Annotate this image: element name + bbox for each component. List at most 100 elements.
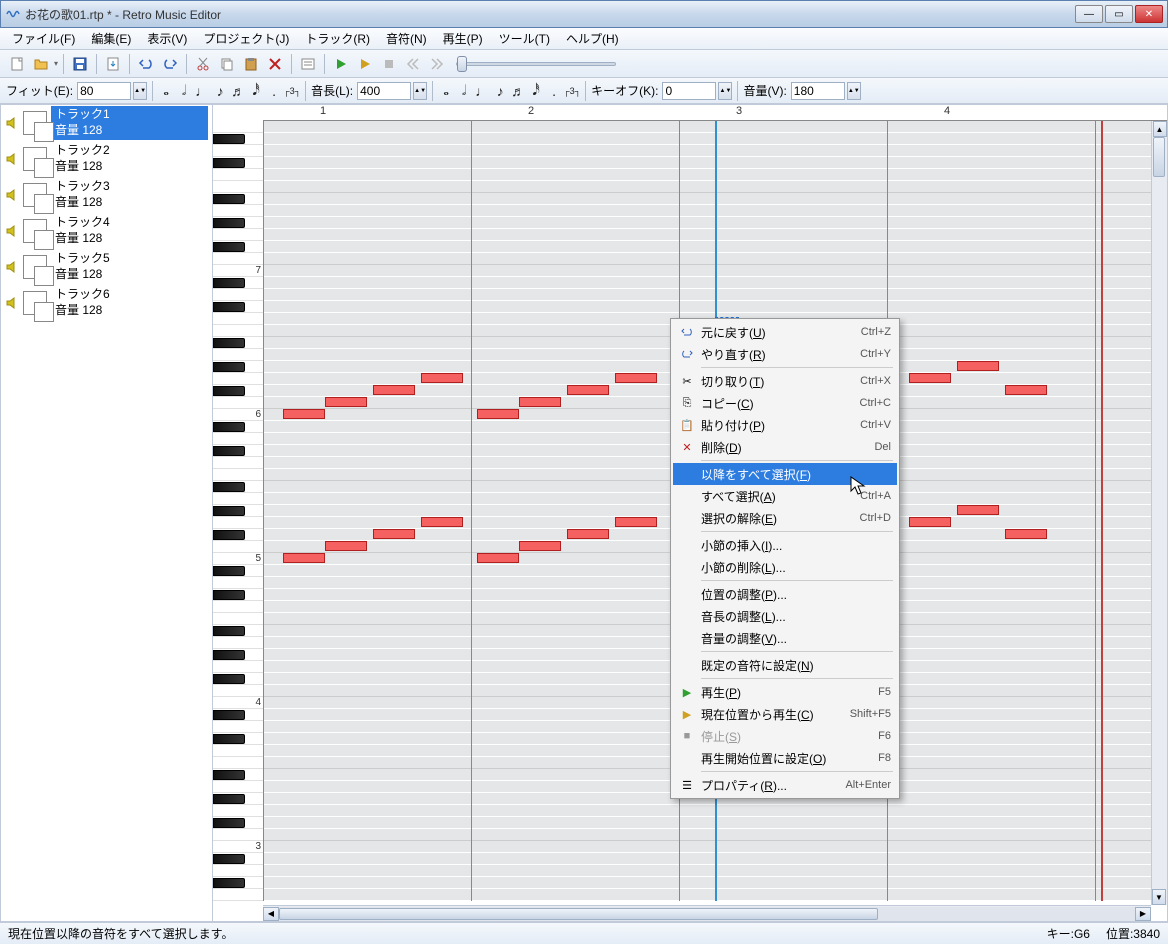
position-slider[interactable] [456,62,616,66]
ctx-paste[interactable]: 📋貼り付け(P)Ctrl+V [673,414,897,436]
keyoff-spinner[interactable]: ▲▼ [718,82,732,100]
menu-tool[interactable]: ツール(T) [491,28,558,49]
piano-key[interactable] [213,241,263,253]
play-here-button[interactable] [354,53,376,75]
track-row-4[interactable]: トラック4音量 128 [1,213,212,249]
quarter-note2-icon[interactable]: ♩ [474,82,490,100]
note[interactable] [373,385,415,395]
piano-keys[interactable]: 76543 [213,121,263,901]
scroll-up-button[interactable]: ▲ [1153,121,1167,137]
copy-button[interactable] [216,53,238,75]
eighth-note-icon[interactable]: ♪ [212,82,228,100]
whole-note-icon[interactable]: 𝅝 [158,82,174,100]
length-spinner[interactable]: ▲▼ [413,82,427,100]
ctx-delete[interactable]: ✕削除(D)Del [673,436,897,458]
whole-note2-icon[interactable]: 𝅝 [438,82,454,100]
menu-project[interactable]: プロジェクト(J) [195,28,297,49]
redo-button[interactable] [159,53,181,75]
piano-key[interactable] [213,181,263,193]
undo-button[interactable] [135,53,157,75]
menu-play[interactable]: 再生(P) [435,28,491,49]
note[interactable] [615,373,657,383]
measure-ruler[interactable]: 1234 [263,105,1167,121]
fit-input[interactable] [77,82,131,100]
scroll-right-button[interactable]: ▶ [1135,907,1151,921]
note[interactable] [909,373,951,383]
cut-button[interactable] [192,53,214,75]
triplet2-icon[interactable]: ┌3┐ [564,82,580,100]
save-button[interactable] [69,53,91,75]
ctx-delete-measure[interactable]: 小節の削除(L)... [673,556,897,578]
sixteenth-note2-icon[interactable]: ♬ [510,82,526,100]
fit-spinner[interactable]: ▲▼ [133,82,147,100]
rewind-button[interactable] [402,53,424,75]
ctx-undo[interactable]: 元に戻す(U)Ctrl+Z [673,321,897,343]
maximize-button[interactable]: ▭ [1105,5,1133,23]
ctx-play-here[interactable]: ▶現在位置から再生(C)Shift+F5 [673,703,897,725]
track-row-6[interactable]: トラック6音量 128 [1,285,212,321]
piano-key[interactable] [213,217,263,229]
note[interactable] [567,529,609,539]
note[interactable] [615,517,657,527]
open-button[interactable] [30,53,52,75]
ctx-adjust-vol[interactable]: 音量の調整(V)... [673,627,897,649]
note[interactable] [283,409,325,419]
paste-button[interactable] [240,53,262,75]
dot2-icon[interactable]: . [546,82,562,100]
properties-button[interactable] [297,53,319,75]
quarter-note-icon[interactable]: ♩ [194,82,210,100]
note[interactable] [477,553,519,563]
ctx-cut[interactable]: ✂切り取り(T)Ctrl+X [673,370,897,392]
piano-key[interactable] [213,205,263,217]
note[interactable] [1005,385,1047,395]
note[interactable] [373,529,415,539]
close-button[interactable]: ✕ [1135,5,1163,23]
note[interactable] [957,361,999,371]
thirtysecond-note2-icon[interactable]: 𝅘𝅥𝅰 [528,82,544,100]
piano-key[interactable] [213,157,263,169]
note[interactable] [325,541,367,551]
ctx-properties[interactable]: ☰プロパティ(R)...Alt+Enter [673,774,897,796]
ctx-play[interactable]: ▶再生(P)F5 [673,681,897,703]
hscroll-thumb[interactable] [279,908,878,920]
piano-key[interactable] [213,133,263,145]
piano-key[interactable] [213,121,263,133]
piano-key[interactable] [213,169,263,181]
track-row-5[interactable]: トラック5音量 128 [1,249,212,285]
vscroll-thumb[interactable] [1153,137,1165,177]
play-button[interactable] [330,53,352,75]
end-marker-line[interactable] [1101,121,1103,901]
volume-spinner[interactable]: ▲▼ [847,82,861,100]
export-button[interactable] [102,53,124,75]
track-row-2[interactable]: トラック2音量 128 [1,141,212,177]
note[interactable] [1005,529,1047,539]
ctx-select-after[interactable]: 以降をすべて選択(F) [673,463,897,485]
thirtysecond-note-icon[interactable]: 𝅘𝅥𝅰 [248,82,264,100]
menu-note[interactable]: 音符(N) [378,28,435,49]
sixteenth-note-icon[interactable]: ♬ [230,82,246,100]
note[interactable] [477,409,519,419]
volume-input[interactable] [791,82,845,100]
scroll-down-button[interactable]: ▼ [1152,889,1166,905]
delete-button[interactable] [264,53,286,75]
half-note-icon[interactable]: 𝅗𝅥 [176,82,192,100]
horizontal-scrollbar[interactable]: ◀ ▶ [263,905,1151,921]
piano-key[interactable] [213,145,263,157]
note[interactable] [325,397,367,407]
ctx-adjust-len[interactable]: 音長の調整(L)... [673,605,897,627]
minimize-button[interactable]: — [1075,5,1103,23]
piano-key[interactable] [213,193,263,205]
menu-help[interactable]: ヘルプ(H) [558,28,627,49]
menu-file[interactable]: ファイル(F) [4,28,83,49]
track-row-1[interactable]: トラック1音量 128 [1,105,212,141]
ctx-redo[interactable]: やり直す(R)Ctrl+Y [673,343,897,365]
piano-key[interactable] [213,253,263,265]
menu-track[interactable]: トラック(R) [297,28,378,49]
ctx-copy[interactable]: ⎘コピー(C)Ctrl+C [673,392,897,414]
forward-button[interactable] [426,53,448,75]
ctx-set-start[interactable]: 再生開始位置に設定(O)F8 [673,747,897,769]
menu-edit[interactable]: 編集(E) [83,28,139,49]
ctx-adjust-pos[interactable]: 位置の調整(P)... [673,583,897,605]
ctx-insert-measure[interactable]: 小節の挿入(I)... [673,534,897,556]
ctx-deselect[interactable]: 選択の解除(E)Ctrl+D [673,507,897,529]
